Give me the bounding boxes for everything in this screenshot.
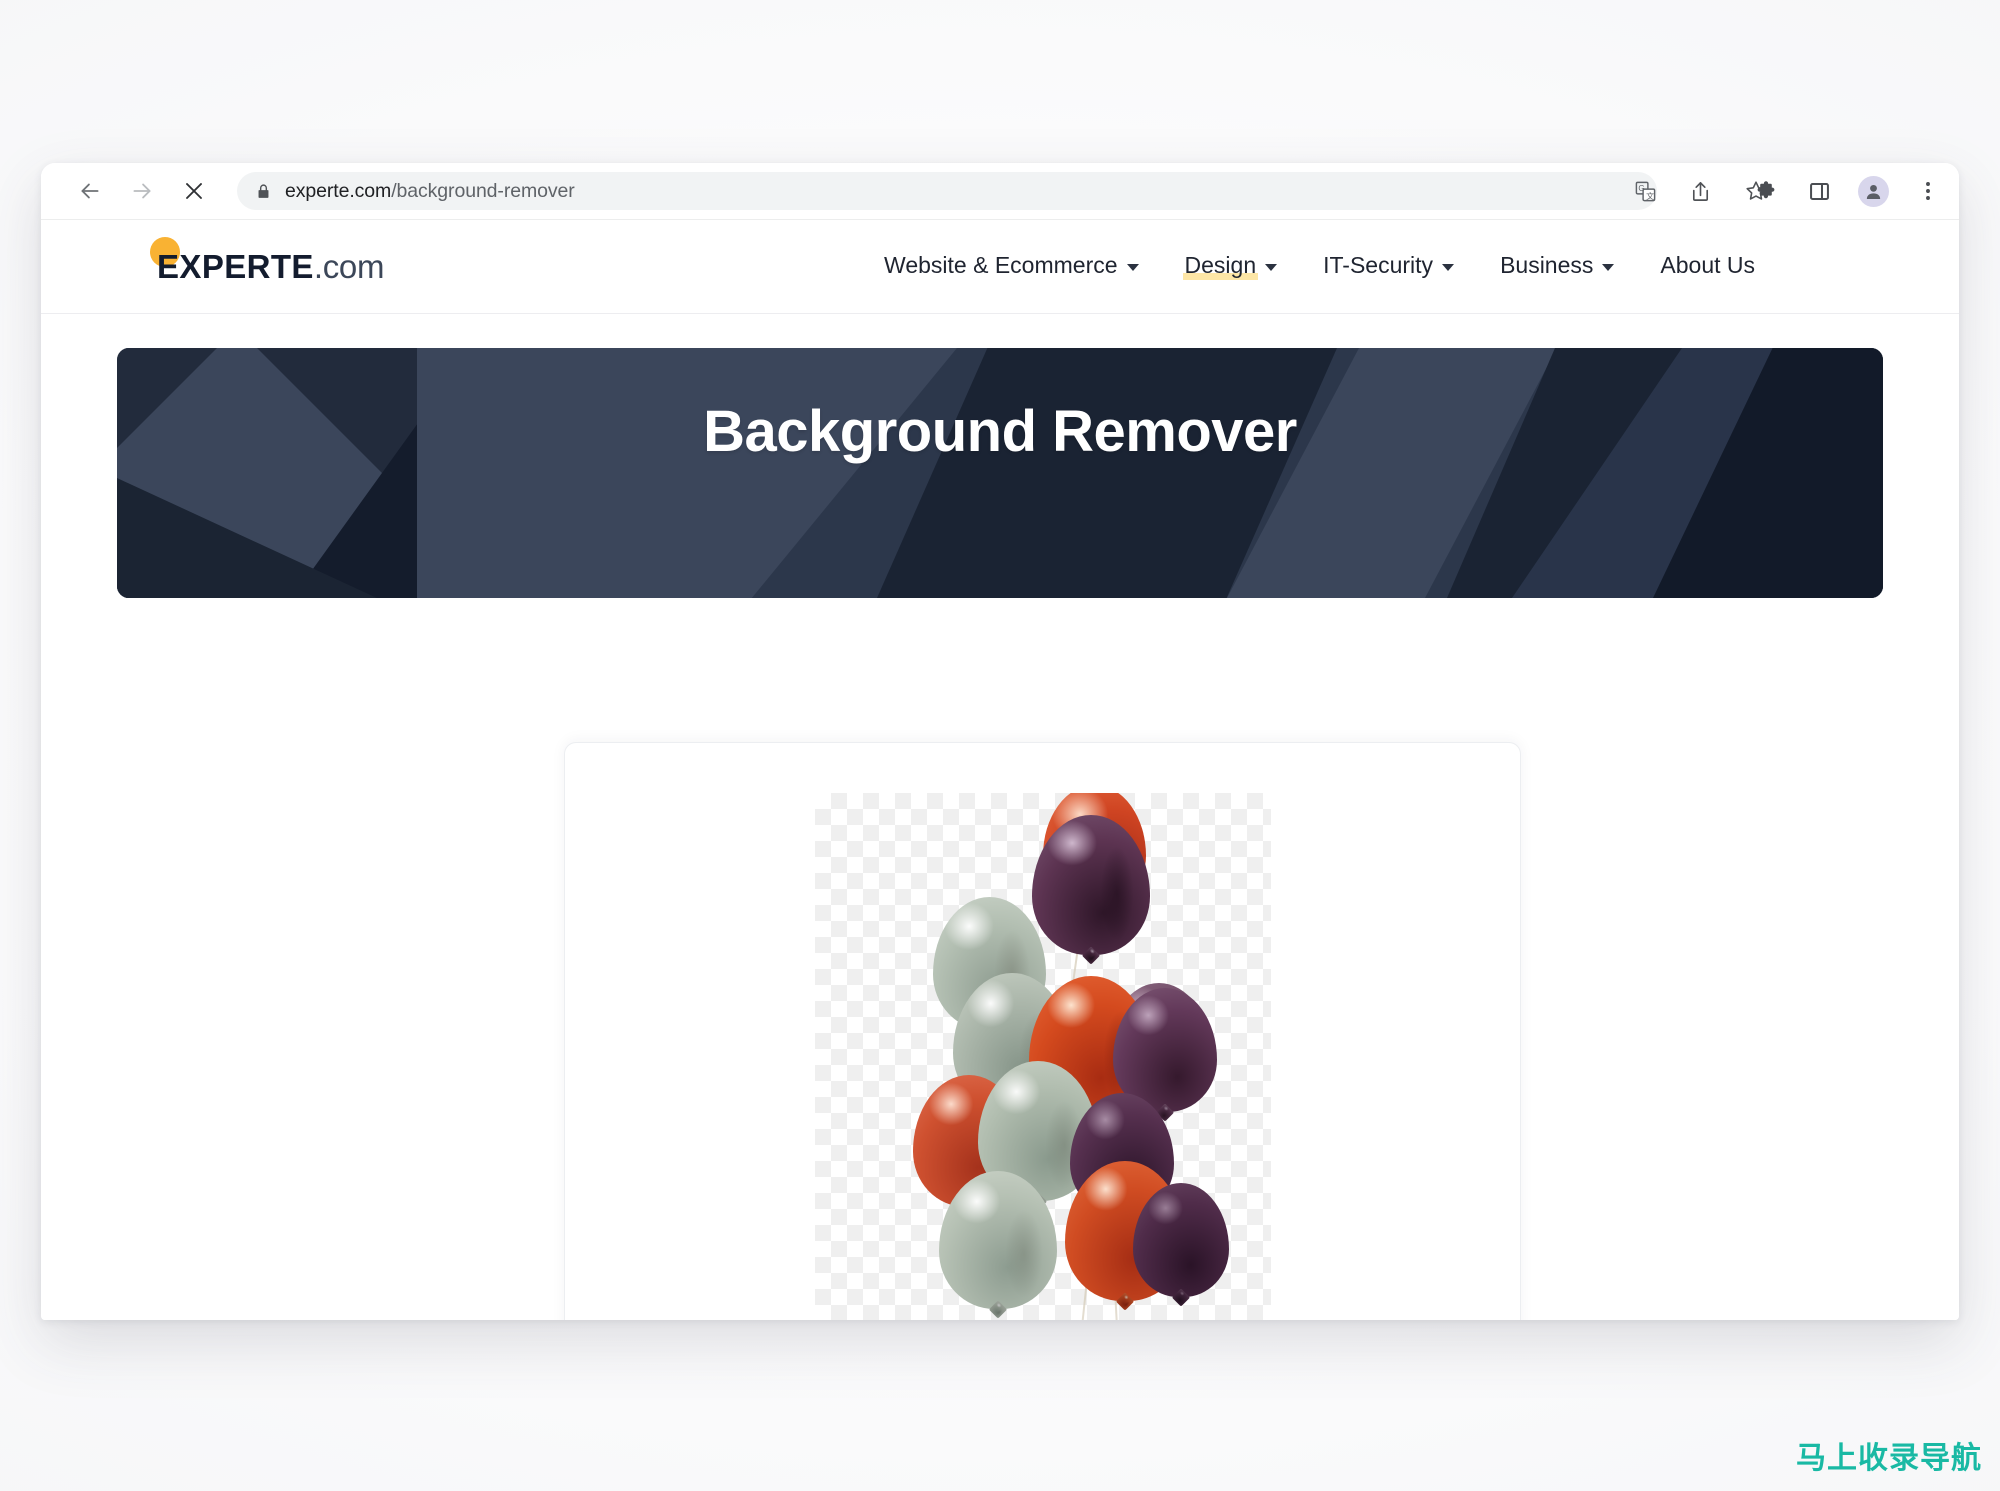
site-watermark: 马上收录导航 [1796, 1441, 1982, 1476]
address-bar[interactable]: experte.com/background-remover [237, 172, 1657, 210]
browser-toolbar-right [1754, 175, 1941, 207]
nav-label: Website & Ecommerce [884, 252, 1118, 278]
chevron-down-icon [1442, 264, 1455, 271]
logo-suffix: .com [313, 248, 385, 285]
stop-loading-button[interactable] [181, 178, 207, 204]
lock-icon [255, 183, 272, 200]
omnibox-action-icons: G 文 [1632, 178, 1769, 205]
url-path: /background-remover [391, 179, 575, 202]
nav-label: Design [1182, 252, 1258, 280]
balloons-cutout-image [815, 793, 1271, 1320]
logo-brand: EXPERTE [157, 248, 314, 285]
chevron-down-icon [1126, 264, 1139, 271]
url-text: experte.com/background-remover [285, 180, 575, 203]
page-title: Background Remover [703, 399, 1297, 464]
forward-button[interactable] [129, 178, 155, 204]
back-button[interactable] [77, 178, 103, 204]
hero-geometric-pattern [117, 348, 1883, 598]
share-icon[interactable] [1687, 178, 1714, 205]
browser-window: experte.com/background-remover G 文 EXPER… [41, 163, 1959, 1320]
translate-icon[interactable]: G 文 [1632, 178, 1659, 205]
main-navigation: Website & Ecommerce Design IT-Security B… [884, 252, 1883, 281]
image-preview[interactable] [814, 793, 1271, 1320]
nav-label: IT-Security [1323, 252, 1434, 278]
browser-toolbar: experte.com/background-remover G 文 [41, 163, 1959, 220]
hero-banner: Background Remover [117, 348, 1883, 598]
side-panel-icon[interactable] [1806, 178, 1833, 205]
chevron-down-icon [1602, 264, 1615, 271]
page-viewport: EXPERTE.com Website & Ecommerce Design I… [41, 220, 1959, 1320]
svg-text:G: G [1638, 184, 1644, 193]
svg-text:文: 文 [1646, 190, 1654, 200]
navigation-buttons [77, 178, 207, 204]
background-remover-card: Download (HD) New Image [564, 742, 1521, 1320]
chevron-down-icon [1265, 264, 1278, 271]
nav-item-about-us[interactable]: About Us [1660, 252, 1755, 281]
url-host: experte.com [285, 179, 392, 202]
nav-item-it-security[interactable]: IT-Security [1323, 252, 1455, 281]
nav-label: Business [1500, 252, 1594, 278]
nav-label: About Us [1660, 252, 1755, 278]
three-dot-menu-icon[interactable] [1914, 178, 1941, 205]
profile-avatar[interactable] [1858, 175, 1889, 207]
site-logo[interactable]: EXPERTE.com [150, 237, 385, 285]
nav-item-website-ecommerce[interactable]: Website & Ecommerce [884, 252, 1139, 281]
site-header: EXPERTE.com Website & Ecommerce Design I… [41, 220, 1959, 314]
nav-item-design[interactable]: Design [1182, 252, 1278, 281]
nav-item-business[interactable]: Business [1500, 252, 1615, 281]
extensions-puzzle-icon[interactable] [1754, 178, 1781, 205]
